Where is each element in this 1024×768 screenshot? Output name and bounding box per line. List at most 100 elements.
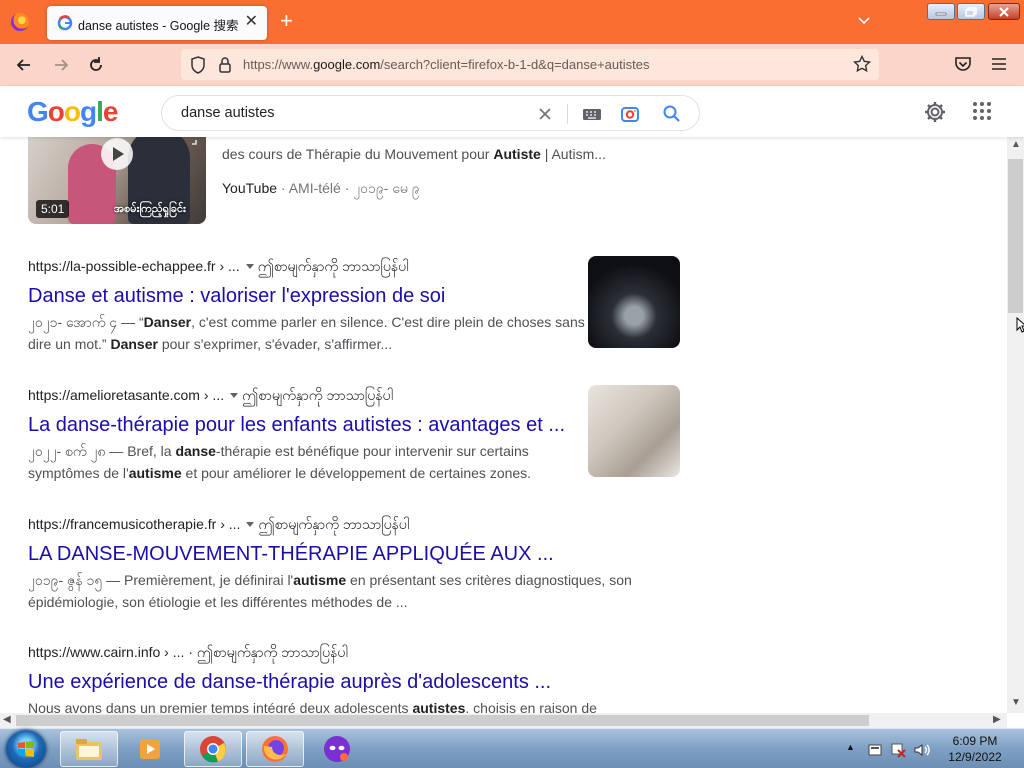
window-close-button[interactable] <box>988 3 1020 20</box>
url-prefix: https://www. <box>243 57 314 72</box>
translate-link[interactable]: ဤစာမျက်နှာကို ဘာသာပြန်ပါ <box>242 387 393 403</box>
show-hidden-icons-arrow-icon[interactable]: ▲ <box>846 742 855 752</box>
address-bar[interactable]: https://www.google.com/search?client=fir… <box>181 49 879 80</box>
result-url[interactable]: https://www.cairn.info › ... · ဤစာမျက်နှ… <box>28 642 688 662</box>
vertical-scroll-thumb[interactable] <box>1008 159 1023 313</box>
restore-icon <box>965 6 977 17</box>
result-date: ၂၀၂၂- စက် ၂၈ <box>28 443 106 459</box>
video-date: ၂၀၁၉- မေ ၉ <box>353 180 420 196</box>
forward-arrow-icon[interactable] <box>51 55 71 75</box>
firefox-view-icon[interactable] <box>11 13 29 31</box>
google-header: Google danse autistes <box>0 86 1024 137</box>
chrome-icon <box>200 736 226 763</box>
clock-date[interactable]: 12/9/2022 <box>940 750 1010 764</box>
taskbar-chrome[interactable] <box>184 731 242 767</box>
taskbar-app[interactable] <box>308 731 366 767</box>
snippet-text: des cours de Thérapie du Mouvement pour <box>222 146 494 162</box>
url-path: /search?client=firefox-b-1-d&q=danse+aut… <box>380 57 650 72</box>
snippet-text: , choisis en raison de <box>465 700 597 713</box>
play-icon[interactable] <box>101 138 133 170</box>
video-duration: 5:01 <box>36 200 70 218</box>
action-center-flag-icon[interactable] <box>867 742 883 758</box>
tracking-protection-shield-icon[interactable] <box>190 56 206 74</box>
keyboard-icon[interactable] <box>582 106 602 122</box>
new-tab-button[interactable]: + <box>280 9 293 33</box>
translate-link[interactable]: ဤစာမျက်နှာကို ဘာသာပြန်ပါ <box>258 258 409 274</box>
bookmark-star-icon[interactable] <box>853 55 871 73</box>
snippet-text: pour s'exprimer, s'évader, s'affirmer... <box>157 336 393 352</box>
tab-active[interactable]: danse autistes - Google 搜索 ✕ <box>47 6 267 40</box>
clear-search-icon[interactable] <box>536 105 554 123</box>
translate-link[interactable]: ဤစာမျက်နှာကို ဘာသာပြန်ပါ <box>197 644 348 660</box>
result-title-link[interactable]: Une expérience de danse-thérapie auprès … <box>28 669 688 695</box>
result-domain: https://francemusicotherapie.fr <box>28 516 217 532</box>
hamburger-menu-icon[interactable] <box>991 56 1007 72</box>
snippet-text: et pour améliorer le développement de ce… <box>181 465 532 481</box>
search-result: https://www.cairn.info › ... · ဤစာမျက်နှ… <box>28 642 688 713</box>
scroll-left-arrow-icon[interactable]: ◀ <box>3 714 11 725</box>
result-snippet: ၂၀၁၉- ဇွန် ၁၅ — Premièrement, je définir… <box>28 572 632 610</box>
search-divider <box>567 104 568 124</box>
taskbar-firefox[interactable] <box>246 731 304 767</box>
result-url[interactable]: https://francemusicotherapie.fr › ... ဤစာ… <box>28 514 688 534</box>
tab-close-icon[interactable]: ✕ <box>245 12 258 32</box>
taskbar-media-player[interactable] <box>122 731 180 767</box>
horizontal-scroll-thumb[interactable] <box>16 715 869 726</box>
google-lens-icon[interactable] <box>620 104 640 124</box>
video-channel: AMI-télé <box>288 180 341 196</box>
search-icon[interactable] <box>662 104 682 124</box>
snippet-bold: Autiste <box>493 146 541 162</box>
dropdown-arrow-icon[interactable] <box>230 392 239 398</box>
pocket-icon[interactable] <box>954 55 972 73</box>
search-results-page: 5:01 အစမ်းကြည့်ရှုခြင်း des cours de Thé… <box>0 86 1007 713</box>
result-thumbnail-image[interactable] <box>588 256 680 348</box>
snippet-bold: danse <box>175 443 216 459</box>
logo-letter: e <box>102 96 119 127</box>
result-thumbnail-image[interactable] <box>588 385 680 477</box>
search-result: https://amelioretasante.com › ... ဤစာမျက်… <box>28 385 688 484</box>
app-mask-icon <box>324 736 350 762</box>
network-disconnected-icon[interactable] <box>890 742 906 758</box>
result-domain: https://amelioretasante.com <box>28 387 200 403</box>
search-result: https://francemusicotherapie.fr › ... ဤစာ… <box>28 514 688 613</box>
taskbar-explorer[interactable] <box>60 731 118 767</box>
back-arrow-icon[interactable] <box>14 55 34 75</box>
horizontal-scrollbar[interactable]: ◀ ▶ <box>0 713 1007 728</box>
logo-letter: o <box>63 96 81 127</box>
vertical-scrollbar[interactable]: ▲ ▼ <box>1007 137 1024 713</box>
video-source: YouTube <box>222 180 278 196</box>
firefox-icon <box>262 736 288 762</box>
snippet-text: | Autism... <box>540 146 606 162</box>
url-text[interactable]: https://www.google.com/search?client=fir… <box>243 57 649 72</box>
gear-icon[interactable] <box>923 100 947 124</box>
volume-speaker-icon[interactable] <box>913 742 931 758</box>
reload-icon[interactable] <box>86 55 106 75</box>
logo-letter: o <box>47 96 65 127</box>
google-logo[interactable]: Google <box>27 96 119 127</box>
result-path: › ... <box>215 258 240 274</box>
video-thumbnail[interactable]: 5:01 အစမ်းကြည့်ရှုခြင်း <box>28 124 206 224</box>
translate-link[interactable]: ဤစာမျက်နှာကို ဘာသာပြန်ပါ <box>258 516 409 532</box>
minimize-icon <box>935 12 947 15</box>
window-minimize-button[interactable] <box>927 3 955 20</box>
dropdown-arrow-icon[interactable] <box>246 521 255 527</box>
google-favicon-icon <box>57 15 73 31</box>
google-apps-grid-icon[interactable] <box>972 101 992 121</box>
media-player-icon <box>140 739 160 759</box>
system-tray: ▲ 6:09 PM 12/9/2022 <box>840 729 1024 768</box>
list-all-tabs-chevron-icon[interactable] <box>856 12 872 28</box>
scroll-down-arrow-icon[interactable]: ▼ <box>1011 697 1021 708</box>
search-box[interactable]: danse autistes <box>161 95 700 131</box>
dropdown-arrow-icon[interactable] <box>245 263 254 269</box>
search-input[interactable]: danse autistes <box>181 105 275 121</box>
start-button[interactable] <box>6 730 46 768</box>
result-title-link[interactable]: LA DANSE-MOUVEMENT-THÉRAPIE APPLIQUÉE AU… <box>28 541 688 567</box>
scroll-up-arrow-icon[interactable]: ▲ <box>1011 139 1021 150</box>
scroll-right-arrow-icon[interactable]: ▶ <box>993 714 1001 725</box>
result-path: › ... <box>199 387 225 403</box>
lock-icon[interactable] <box>218 56 232 74</box>
window-restore-button[interactable] <box>957 3 985 20</box>
snippet-bold: Danser <box>110 336 158 352</box>
clock-time[interactable]: 6:09 PM <box>940 734 1010 748</box>
snippet-text: Bref, la <box>127 443 176 459</box>
